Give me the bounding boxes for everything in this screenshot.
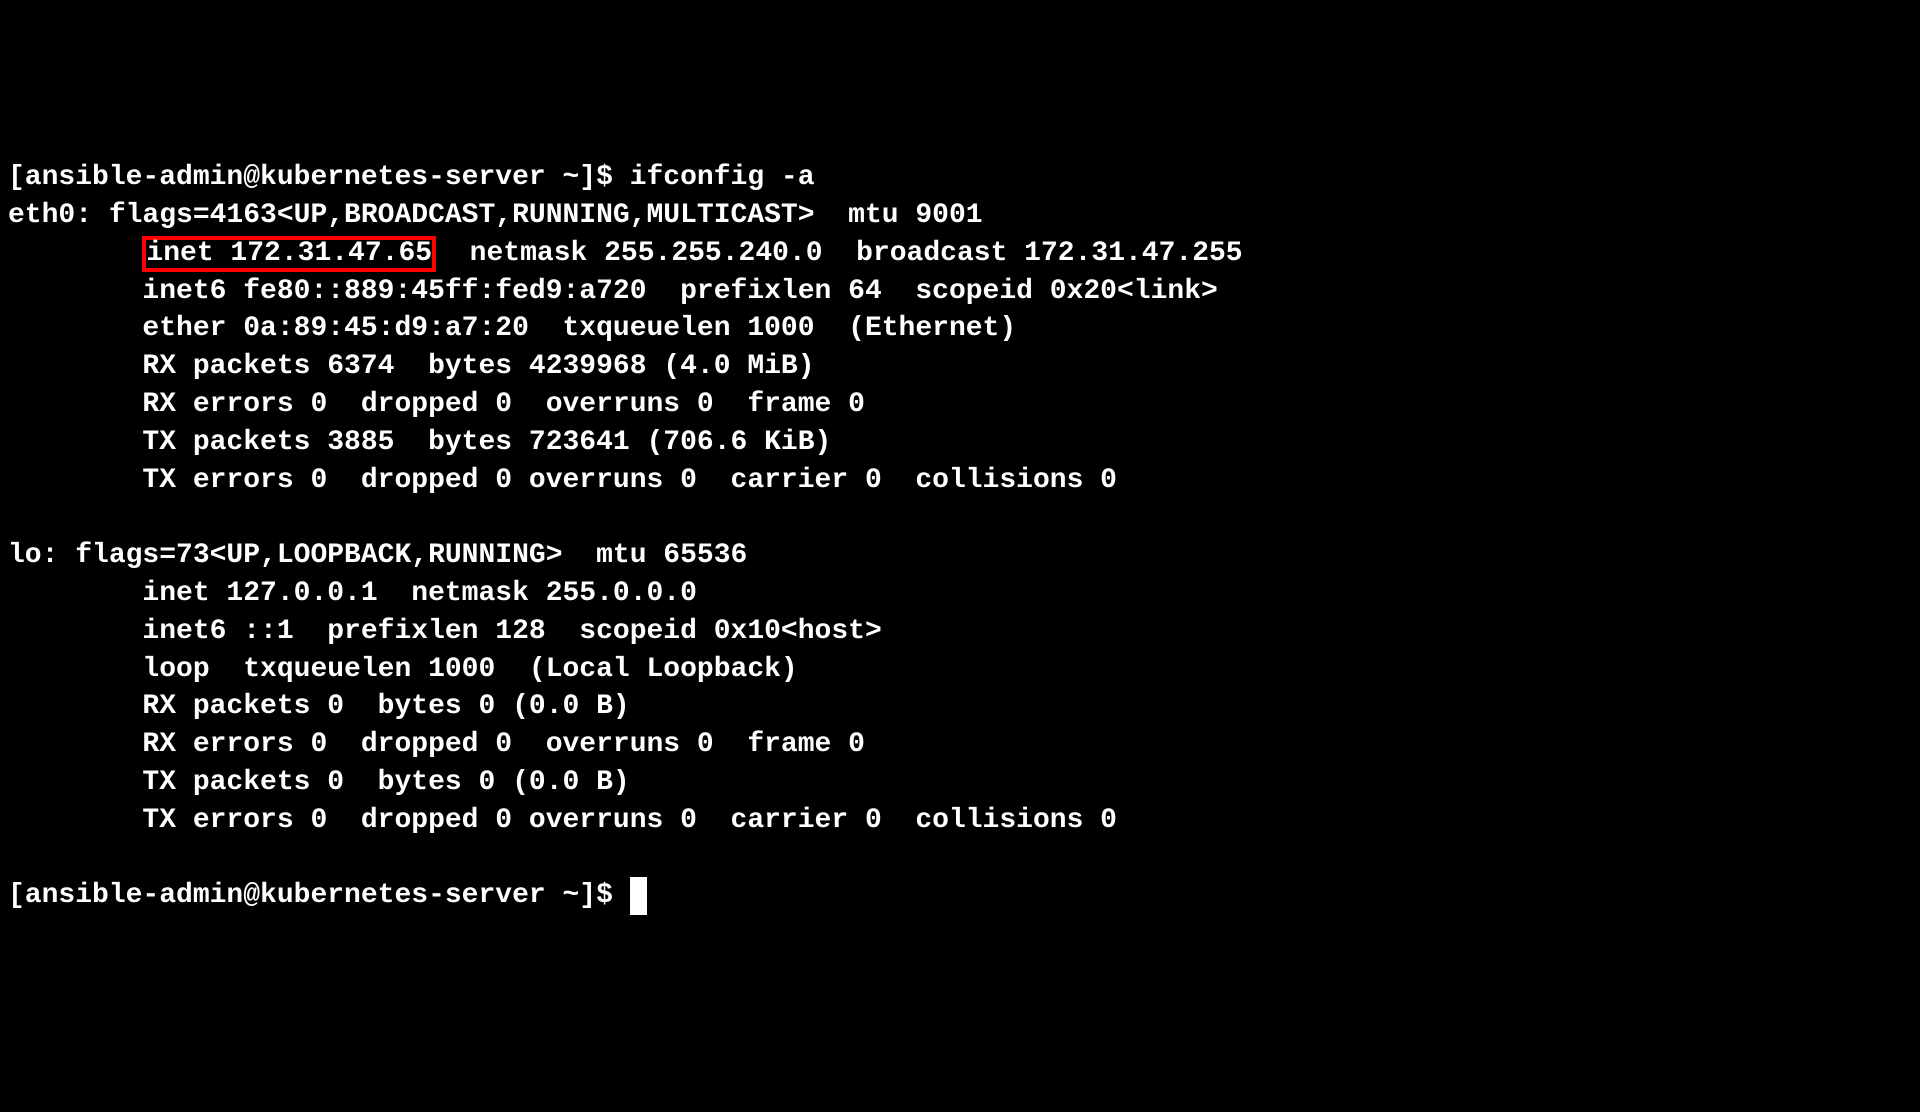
- eth0-ether: ether 0a:89:45:d9:a7:20 txqueuelen 1000 …: [8, 313, 1016, 344]
- lo-header: lo: flags=73<UP,LOOPBACK,RUNNING> mtu 65…: [8, 540, 747, 571]
- terminal-output: [ansible-admin@kubernetes-server ~]$ ifc…: [8, 159, 1912, 915]
- shell-prompt[interactable]: [ansible-admin@kubernetes-server ~]$: [8, 880, 630, 911]
- lo-loop: loop txqueuelen 1000 (Local Loopback): [8, 654, 798, 685]
- cursor-icon[interactable]: [630, 877, 647, 915]
- shell-prompt: [ansible-admin@kubernetes-server ~]$: [8, 162, 630, 193]
- eth0-rx-packets: RX packets 6374 bytes 4239968 (4.0 MiB): [8, 351, 815, 382]
- lo-rx-errors: RX errors 0 dropped 0 overruns 0 frame 0: [8, 729, 865, 760]
- eth0-tx-errors: TX errors 0 dropped 0 overruns 0 carrier…: [8, 465, 1117, 496]
- lo-tx-errors: TX errors 0 dropped 0 overruns 0 carrier…: [8, 805, 1117, 836]
- lo-tx-packets: TX packets 0 bytes 0 (0.0 B): [8, 767, 630, 798]
- eth0-header: eth0: flags=4163<UP,BROADCAST,RUNNING,MU…: [8, 200, 983, 231]
- eth0-inet-indent: [8, 238, 142, 269]
- command-text: ifconfig -a: [630, 162, 815, 193]
- eth0-tx-packets: TX packets 3885 bytes 723641 (706.6 KiB): [8, 427, 831, 458]
- eth0-inet-rest: netmask 255.255.240.0 broadcast 172.31.4…: [436, 238, 1243, 269]
- eth0-inet-highlight: inet 172.31.47.65: [142, 236, 436, 272]
- eth0-inet6: inet6 fe80::889:45ff:fed9:a720 prefixlen…: [8, 276, 1218, 307]
- lo-inet6: inet6 ::1 prefixlen 128 scopeid 0x10<hos…: [8, 616, 882, 647]
- lo-inet: inet 127.0.0.1 netmask 255.0.0.0: [8, 578, 697, 609]
- lo-rx-packets: RX packets 0 bytes 0 (0.0 B): [8, 691, 630, 722]
- eth0-rx-errors: RX errors 0 dropped 0 overruns 0 frame 0: [8, 389, 865, 420]
